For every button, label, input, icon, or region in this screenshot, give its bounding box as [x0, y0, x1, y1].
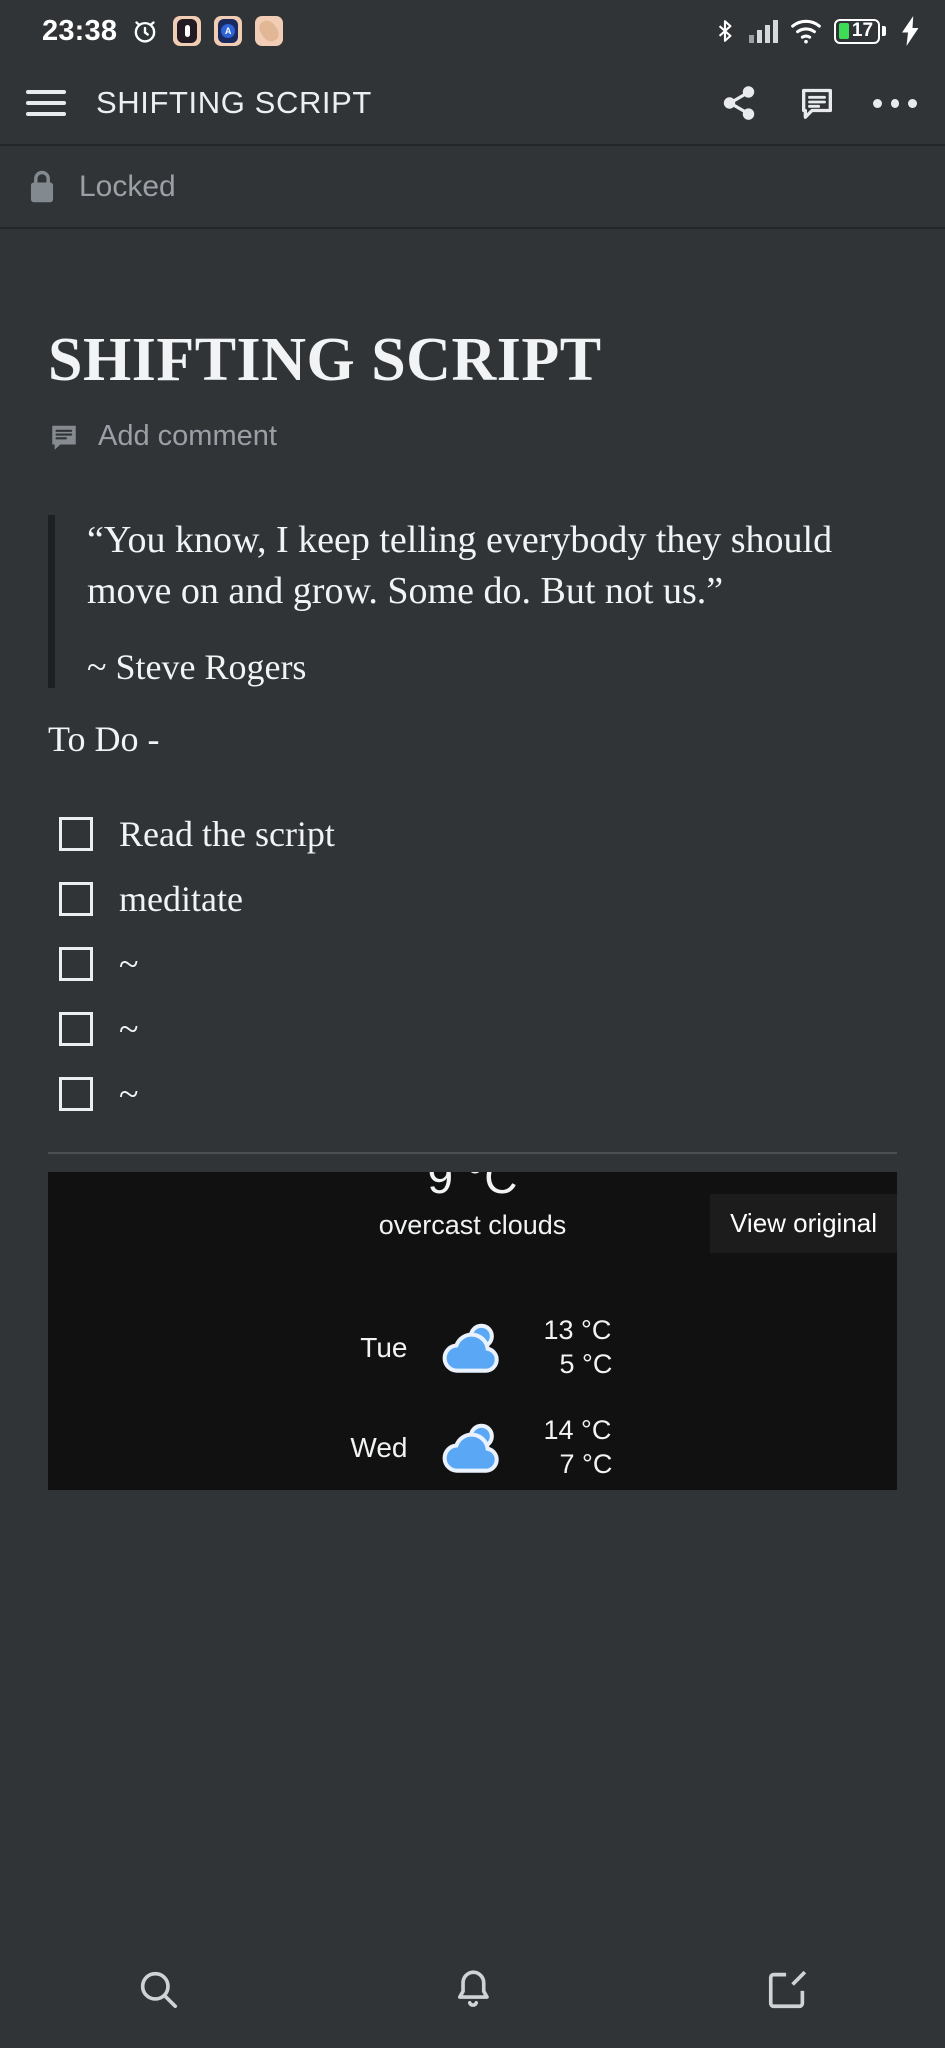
forecast-day: Tue: [360, 1331, 408, 1363]
forecast-row: Tue 13 °C 5 °C: [48, 1314, 897, 1382]
forecast-temps: 13 °C 5 °C: [538, 1314, 718, 1382]
wifi-icon: [789, 17, 823, 45]
status-bar-clock: 23:38: [42, 14, 118, 47]
list-item[interactable]: Read the script: [48, 802, 897, 866]
page-title: SHIFTING SCRIPT: [48, 326, 602, 394]
list-item[interactable]: ~: [48, 932, 897, 996]
todo-label: Read the script: [119, 814, 335, 855]
compose-icon[interactable]: [630, 1966, 945, 2012]
share-icon[interactable]: [717, 81, 761, 125]
todo-heading: To Do -: [48, 719, 160, 760]
battery-percent: 17: [851, 20, 874, 41]
app-bar: SHIFTING SCRIPT: [0, 62, 945, 144]
weather-widget[interactable]: 9 °C overcast clouds View original Tue 1…: [48, 1172, 897, 1491]
add-comment-label: Add comment: [98, 420, 277, 452]
checkbox-unchecked[interactable]: [59, 1012, 93, 1047]
quote-text: “You know, I keep telling everybody they…: [87, 519, 833, 612]
todo-label: meditate: [119, 879, 243, 920]
app-notification-leaf-icon: [255, 16, 284, 46]
alarm-icon: [130, 16, 160, 46]
bell-icon[interactable]: [315, 1966, 630, 2012]
blockquote: “You know, I keep telling everybody they…: [48, 515, 897, 689]
content-divider: [48, 1152, 897, 1155]
lock-icon: [26, 168, 58, 206]
bottom-navigation-bar: [0, 1930, 945, 2048]
forecast-high: 14 °C: [543, 1415, 612, 1446]
list-item[interactable]: ~: [48, 997, 897, 1061]
status-bar-right: 17: [712, 16, 923, 46]
cloud-icon: [408, 1318, 538, 1378]
todo-list: Read the script meditate ~ ~ ~: [48, 802, 897, 1126]
battery-indicator: 17: [834, 18, 886, 44]
todo-label: ~: [119, 1074, 139, 1115]
cell-signal-icon: [749, 19, 778, 43]
status-bar-left: 23:38 A: [42, 14, 284, 48]
todo-label: ~: [119, 944, 139, 985]
app-bar-title: SHIFTING SCRIPT: [96, 85, 372, 120]
checkbox-unchecked[interactable]: [59, 947, 93, 982]
todo-label: ~: [119, 1009, 139, 1050]
charging-bolt-icon: [899, 16, 923, 46]
checkbox-unchecked[interactable]: [59, 817, 93, 852]
comment-icon[interactable]: [795, 81, 839, 125]
cloud-icon: [408, 1418, 538, 1478]
app-bar-actions: [717, 81, 918, 125]
phone-screen: 23:38 A 17 SHIFTING SCRIPT Locked SHIFTI…: [0, 0, 945, 2048]
forecast-row: Wed 14 °C 7 °C: [48, 1414, 897, 1482]
forecast-day: Wed: [350, 1431, 408, 1463]
checkbox-unchecked[interactable]: [59, 882, 93, 917]
add-comment-button[interactable]: Add comment: [48, 420, 897, 453]
overflow-menu-icon[interactable]: [873, 81, 918, 125]
hamburger-menu-icon[interactable]: [24, 81, 68, 125]
app-notification-blue-icon: A: [214, 16, 243, 46]
list-item[interactable]: ~: [48, 1062, 897, 1126]
lock-status-bar[interactable]: Locked: [0, 144, 945, 229]
status-bar: 23:38 A 17: [0, 0, 945, 62]
forecast-low: 7 °C: [559, 1448, 613, 1479]
search-icon[interactable]: [0, 1966, 315, 2012]
view-original-button[interactable]: View original: [710, 1194, 897, 1254]
document-body: SHIFTING SCRIPT Add comment “You know, I…: [0, 229, 945, 1930]
forecast-temps: 14 °C 7 °C: [538, 1414, 718, 1482]
bluetooth-icon: [712, 16, 738, 46]
forecast-low: 5 °C: [559, 1348, 613, 1379]
list-item[interactable]: meditate: [48, 867, 897, 931]
comment-bubble-icon: [48, 421, 80, 453]
app-notification-dark-icon: [173, 16, 202, 46]
lock-status-label: Locked: [79, 169, 176, 203]
quote-attribution: ~ Steve Rogers: [87, 647, 307, 688]
forecast-high: 13 °C: [543, 1315, 612, 1346]
checkbox-unchecked[interactable]: [59, 1077, 93, 1112]
